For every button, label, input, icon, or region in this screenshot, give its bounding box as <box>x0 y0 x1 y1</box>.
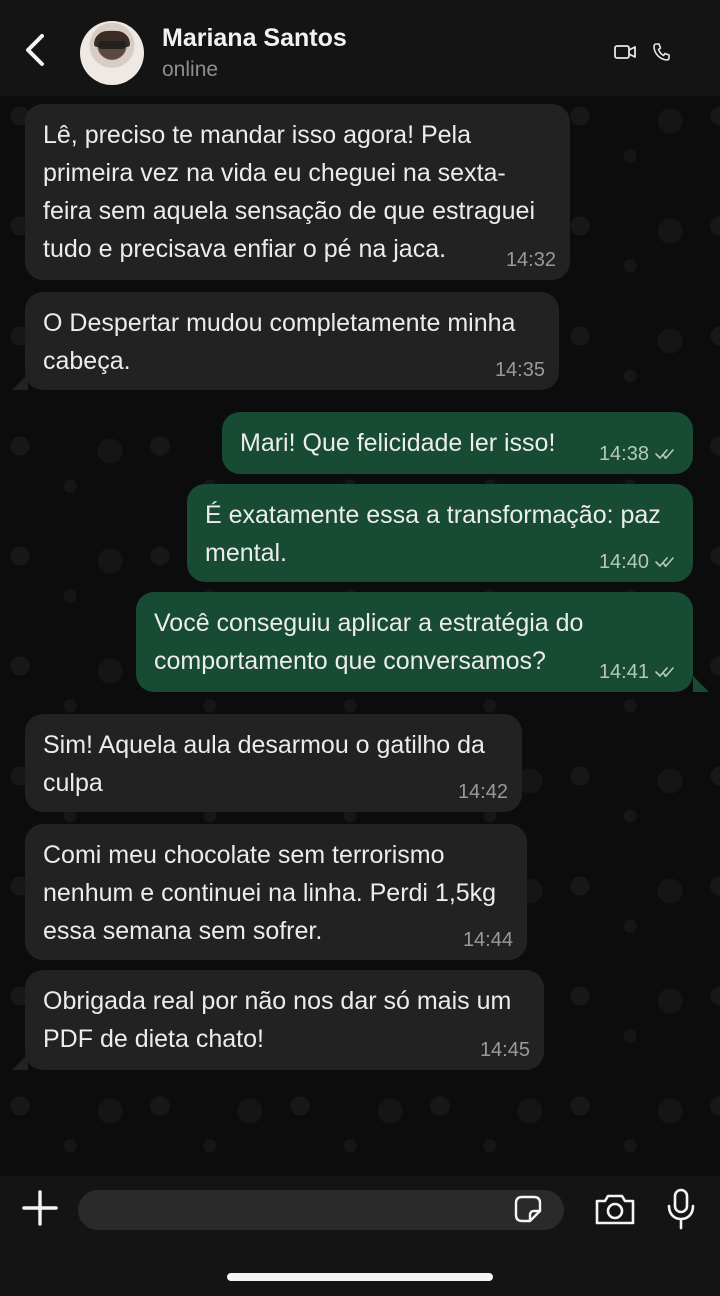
chat-header: Mariana Santos online <box>0 0 720 96</box>
message-meta: 14:38 <box>599 442 681 466</box>
video-call-button[interactable] <box>614 44 636 60</box>
contact-name[interactable]: Mariana Santos <box>162 24 347 53</box>
message-line: Você conseguiu aplicar a estratégia do <box>154 609 584 637</box>
message-line: É exatamente essa a transformação: paz <box>205 501 661 529</box>
video-camera-icon <box>614 45 636 59</box>
message-timestamp: 14:42 <box>457 781 508 803</box>
chevron-left-icon <box>26 34 44 66</box>
plus-icon <box>22 1190 58 1226</box>
double-check-icon <box>655 557 674 567</box>
message-line: Comi meu chocolate sem terrorismo <box>43 841 445 869</box>
message-timestamp: 14:41 <box>598 661 649 683</box>
attach-button[interactable] <box>22 1190 58 1226</box>
double-check-icon <box>655 667 674 677</box>
message-line: nenhum e continuei na linha. Perdi 1,5kg <box>43 879 497 907</box>
message-timestamp: 14:32 <box>505 249 556 271</box>
message-bubble-incoming[interactable]: Obrigada real por não nos dar só mais um… <box>25 970 544 1070</box>
message-line: tudo e precisava enfiar o pé na jaca. <box>43 235 447 263</box>
message-line: Obrigada real por não nos dar só mais um <box>43 987 512 1015</box>
message-line: Sim! Aquela aula desarmou o gatilho da <box>43 731 485 759</box>
message-timestamp: 14:45 <box>479 1039 530 1061</box>
message-bubble-outgoing[interactable]: Você conseguiu aplicar a estratégia do c… <box>136 592 693 692</box>
voice-message-button[interactable] <box>666 1188 696 1230</box>
contact-status: online <box>162 58 219 81</box>
camera-button[interactable] <box>594 1192 636 1226</box>
message-bubble-outgoing[interactable]: Mari! Que felicidade ler isso! 14:38 <box>222 412 693 474</box>
message-line: PDF de dieta chato! <box>43 1025 264 1053</box>
message-bubble-outgoing[interactable]: É exatamente essa a transformação: paz m… <box>187 484 693 582</box>
message-input[interactable] <box>78 1190 564 1230</box>
message-line: cabeça. <box>43 347 131 375</box>
double-check-icon <box>655 449 674 459</box>
phone-icon <box>653 43 670 61</box>
message-meta: 14:40 <box>599 550 681 574</box>
back-button[interactable] <box>18 30 52 70</box>
message-timestamp: 14:44 <box>462 929 513 951</box>
home-indicator[interactable] <box>227 1273 493 1281</box>
voice-call-button[interactable] <box>652 42 670 62</box>
message-bubble-incoming[interactable]: Comi meu chocolate sem terrorismo nenhum… <box>25 824 527 960</box>
message-timestamp: 14:35 <box>494 359 545 381</box>
avatar-sunglasses <box>98 41 126 49</box>
camera-icon <box>595 1194 635 1225</box>
message-line: Lê, preciso te mandar isso agora! Pela <box>43 121 472 149</box>
message-meta: 14:41 <box>599 660 681 684</box>
message-line: essa semana sem sofrer. <box>43 917 323 945</box>
message-bubble-incoming[interactable]: Lê, preciso te mandar isso agora! Pela p… <box>25 104 570 280</box>
message-line: culpa <box>43 769 103 797</box>
message-bubble-incoming[interactable]: O Despertar mudou completamente minha ca… <box>25 292 559 390</box>
bubble-tail <box>693 676 709 692</box>
message-line: comportamento que conversamos? <box>154 647 546 675</box>
message-line: feira sem aquela sensação de que estragu… <box>43 197 535 225</box>
message-line: O Despertar mudou completamente minha <box>43 309 516 337</box>
contact-avatar[interactable] <box>80 21 144 85</box>
message-timestamp: 14:40 <box>598 551 649 573</box>
microphone-icon <box>667 1188 695 1230</box>
message-line: primeira vez na vida eu cheguei na sexta… <box>43 159 506 187</box>
message-timestamp: 14:38 <box>598 443 649 465</box>
sticker-button[interactable] <box>512 1193 544 1225</box>
message-bubble-incoming[interactable]: Sim! Aquela aula desarmou o gatilho da c… <box>25 714 522 812</box>
sticker-icon <box>514 1195 542 1223</box>
